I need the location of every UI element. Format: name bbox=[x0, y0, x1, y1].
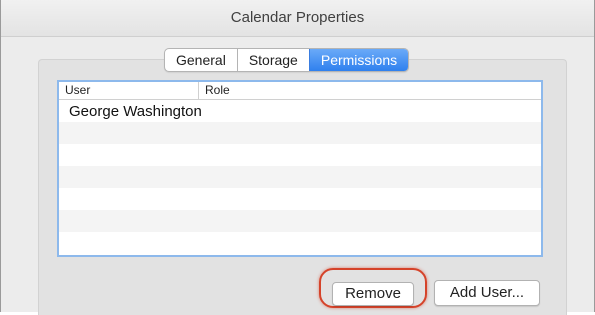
table-row[interactable] bbox=[59, 122, 541, 144]
table-row[interactable] bbox=[59, 232, 541, 254]
table-body: George Washington bbox=[59, 100, 541, 254]
remove-button[interactable]: Remove bbox=[332, 282, 414, 306]
cell-user: George Washington bbox=[69, 102, 202, 120]
table-row[interactable] bbox=[59, 188, 541, 210]
tab-bar: General Storage Permissions bbox=[164, 48, 410, 72]
table-header: User Role bbox=[59, 82, 541, 100]
table-row[interactable]: George Washington bbox=[59, 100, 541, 122]
permissions-table[interactable]: User Role George Washington bbox=[57, 80, 543, 257]
window-title: Calendar Properties bbox=[1, 0, 594, 37]
tab-permissions[interactable]: Permissions bbox=[308, 49, 409, 71]
table-row[interactable] bbox=[59, 144, 541, 166]
table-row[interactable] bbox=[59, 166, 541, 188]
table-row[interactable] bbox=[59, 210, 541, 232]
column-header-role[interactable]: Role bbox=[199, 82, 230, 99]
column-header-user[interactable]: User bbox=[59, 82, 199, 99]
tab-general[interactable]: General bbox=[165, 49, 237, 71]
add-user-button[interactable]: Add User... bbox=[434, 280, 540, 306]
calendar-properties-window: Calendar Properties General Storage Perm… bbox=[0, 0, 595, 315]
tab-storage[interactable]: Storage bbox=[236, 49, 309, 71]
